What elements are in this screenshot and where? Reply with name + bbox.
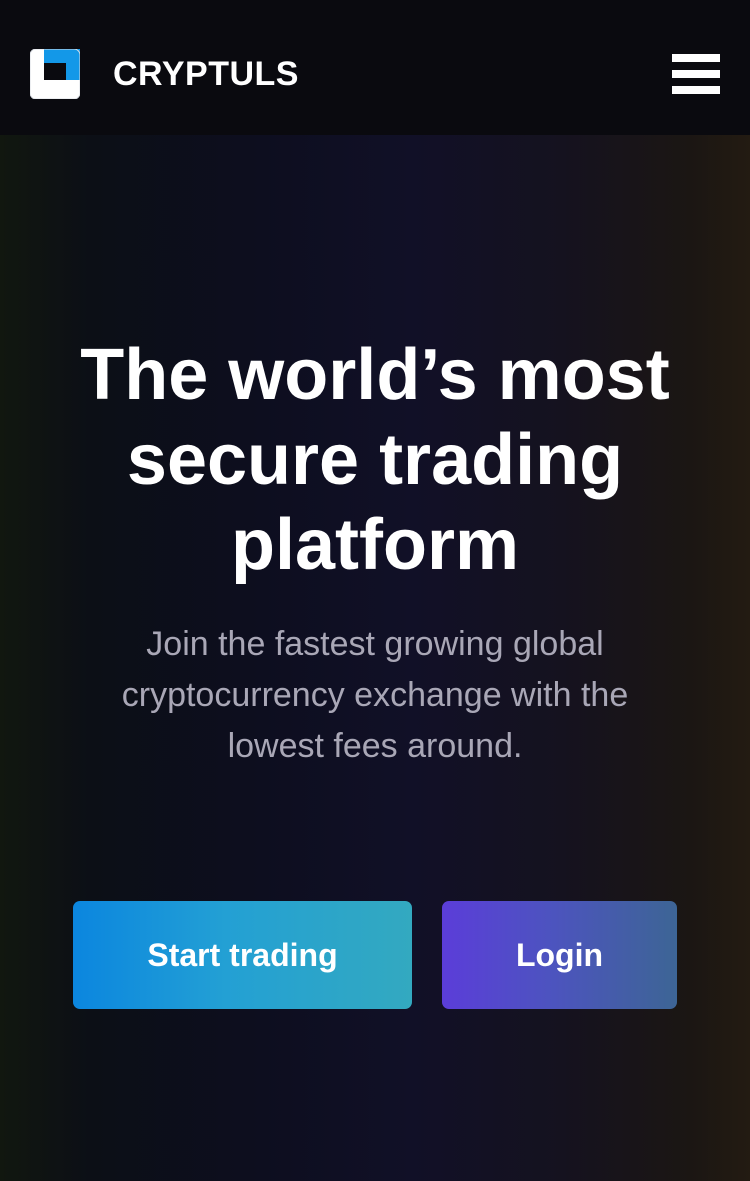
- hamburger-menu-icon[interactable]: [672, 54, 720, 94]
- hero-headline: The world’s most secure trading platform: [80, 335, 670, 585]
- menu-bar-bottom: [672, 86, 720, 94]
- landing-page: CRYPTULS The world’s most secure trading…: [0, 0, 750, 1181]
- menu-bar-middle: [672, 70, 720, 78]
- login-label: Login: [515, 936, 604, 973]
- menu-bar-top: [672, 54, 720, 62]
- cryptuls-logo-icon[interactable]: [29, 48, 81, 100]
- top-nav: CRYPTULS: [0, 0, 750, 135]
- login-button[interactable]: Login: [442, 901, 677, 1009]
- start-trading-label: Start trading: [147, 936, 338, 973]
- start-trading-button[interactable]: Start trading: [73, 901, 412, 1009]
- brand-name[interactable]: CRYPTULS: [113, 52, 299, 96]
- hero-subtext: Join the fastest growing global cryptocu…: [121, 625, 629, 765]
